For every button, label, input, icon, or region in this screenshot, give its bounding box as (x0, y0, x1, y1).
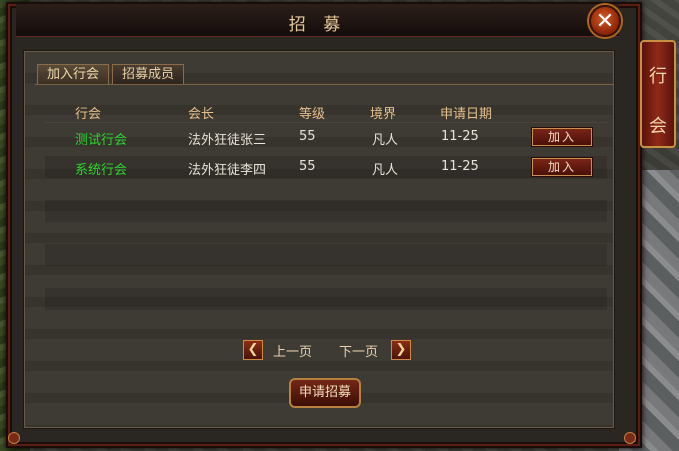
row-guild-name: 测试行会 (75, 133, 128, 148)
next-page-label[interactable]: 下一页 (339, 341, 378, 360)
join-button[interactable]: 加入 (532, 158, 592, 176)
close-button[interactable]: ✕ (589, 5, 621, 37)
row-date: 11-25 (441, 129, 479, 144)
side-tab-guild[interactable]: 行 会 (640, 40, 676, 148)
header-leader: 会长 (188, 107, 215, 122)
header-realm: 境界 (370, 107, 397, 122)
row-level: 55 (299, 159, 316, 174)
row-separator (45, 122, 607, 123)
header-date: 申请日期 (440, 107, 493, 122)
next-page-arrow-icon[interactable]: ❯ (391, 340, 411, 360)
row-realm: 凡人 (372, 133, 399, 148)
window-titlebar[interactable]: 招 募 (16, 4, 619, 37)
side-tab-char: 行 (649, 66, 667, 87)
row-leader: 法外狂徒李四 (188, 163, 267, 178)
apply-recruit-button[interactable]: 申请招募 (289, 378, 361, 408)
row-realm: 凡人 (372, 163, 399, 178)
corner-ornament (8, 432, 20, 444)
tab-recruit-members[interactable]: 招募成员 (112, 64, 184, 85)
tab-join-guild[interactable]: 加入行会 (37, 64, 109, 85)
table-row-bg (45, 156, 607, 178)
join-button[interactable]: 加入 (532, 128, 592, 146)
corner-ornament (624, 432, 636, 444)
prev-page-label[interactable]: 上一页 (273, 341, 312, 360)
side-tab-char: 会 (649, 116, 667, 137)
prev-page-arrow-icon[interactable]: ❮ (243, 340, 263, 360)
header-level: 等级 (299, 107, 326, 122)
row-guild-name: 系统行会 (75, 163, 128, 178)
table-row-bg (45, 244, 607, 266)
window-title: 招 募 (288, 15, 347, 35)
tab-divider (35, 84, 613, 85)
header-guild: 行会 (75, 107, 102, 122)
row-date: 11-25 (441, 159, 479, 174)
table-row-bg (45, 200, 607, 222)
row-leader: 法外狂徒张三 (188, 133, 267, 148)
row-level: 55 (299, 129, 316, 144)
table-row-bg (45, 288, 607, 310)
